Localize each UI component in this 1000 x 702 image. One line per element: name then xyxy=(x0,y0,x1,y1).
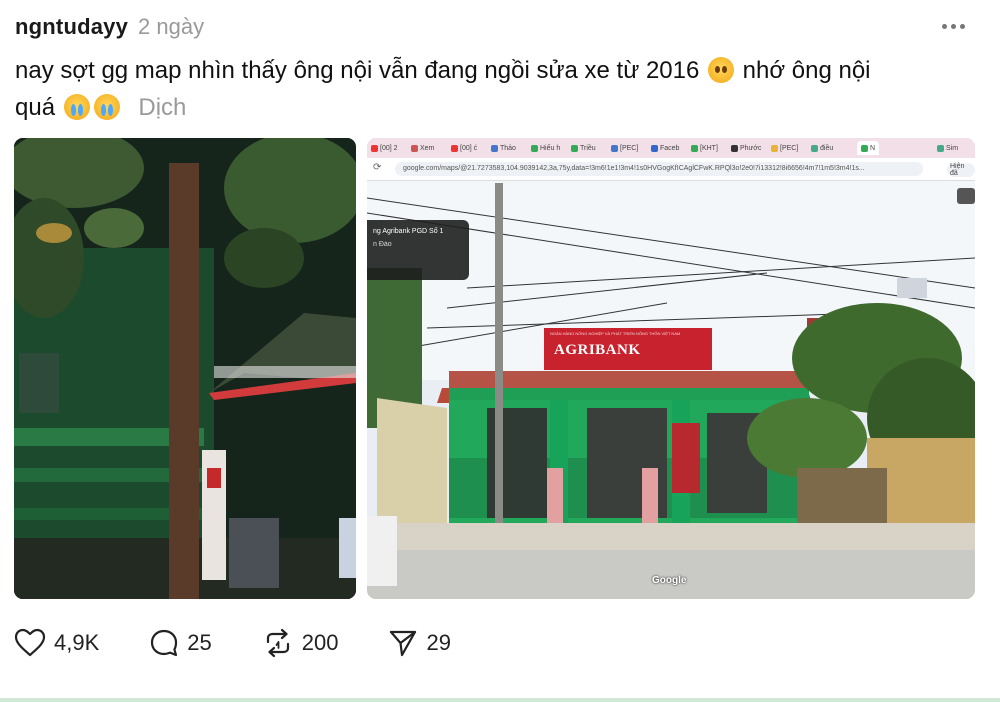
browser-tab[interactable]: [KHT] xyxy=(691,141,718,155)
send-icon xyxy=(390,630,417,657)
reload-icon[interactable]: ⟳ xyxy=(373,162,381,173)
browser-tab[interactable]: Xem xyxy=(411,141,434,155)
like-button[interactable]: 4,9K xyxy=(14,628,99,658)
browser-tab[interactable]: [00] ć xyxy=(451,141,477,155)
browser-tab[interactable]: Sim xyxy=(937,141,958,155)
browser-tab[interactable]: Phước xyxy=(731,141,761,155)
place-subtitle: n Đào xyxy=(373,241,392,248)
post-text: nay sợt gg map nhìn thấy ông nội vẫn đan… xyxy=(15,52,975,126)
browser-tab[interactable]: [00] 2 xyxy=(371,141,398,155)
browser-tab-active[interactable]: N xyxy=(857,141,880,155)
bank-sign-subtitle: NGÂN HÀNG NÔNG NGHIỆP VÀ PHÁT TRIỂN NÔNG… xyxy=(550,331,681,336)
pleading-face-emoji-icon xyxy=(708,57,734,83)
post-time[interactable]: 2 ngày xyxy=(138,14,204,40)
post-actions: 4,9K 25 200 29 xyxy=(14,623,501,663)
browser-tab[interactable]: [PEC] xyxy=(771,141,798,155)
browser-tab[interactable]: Hiếu h xyxy=(531,141,560,155)
translate-link[interactable]: Dịch xyxy=(138,94,186,121)
repost-count: 200 xyxy=(301,630,339,655)
comment-icon xyxy=(151,629,178,657)
bank-sign: NGÂN HÀNG NÔNG NGHIỆP VÀ PHÁT TRIỂN NÔNG… xyxy=(544,328,712,370)
browser-tab[interactable]: Triều xyxy=(571,141,596,155)
post-text-line1: nay sợt gg map nhìn thấy ông nội vẫn đan… xyxy=(15,57,700,84)
comment-button[interactable]: 25 xyxy=(149,628,212,658)
google-logo: Google xyxy=(652,575,687,586)
crying-face-emoji-icon xyxy=(93,94,120,120)
divider xyxy=(0,698,1000,702)
url-field[interactable]: google.com/maps/@21.7273583,104.9039142,… xyxy=(395,162,923,176)
browser-tab[interactable]: Faceb xyxy=(651,141,679,155)
crying-face-emoji-icon xyxy=(63,94,90,120)
username[interactable]: ngntudayy xyxy=(15,14,128,40)
place-title: ng Agribank PGD Số 1 xyxy=(373,228,444,235)
comment-count: 25 xyxy=(187,630,212,655)
browser-address-bar: ⟳ google.com/maps/@21.7273583,104.903914… xyxy=(367,158,975,181)
heart-icon xyxy=(14,628,46,657)
repost-icon xyxy=(266,628,289,658)
like-count: 4,9K xyxy=(54,630,100,655)
browser-tab-bar: [00] 2 Xem [00] ć Thảo Hiếu h Triều [PEC… xyxy=(367,138,975,158)
post-header: ngntudayy 2 ngày xyxy=(15,10,204,44)
bank-sign-name: AGRIBANK xyxy=(554,342,641,358)
post-image-2[interactable]: [00] 2 Xem [00] ć Thảo Hiếu h Triều [PEC… xyxy=(367,138,975,599)
more-options-icon[interactable] xyxy=(936,12,970,40)
post-text-line1b: nhớ ông nội xyxy=(742,57,871,84)
post-image-1[interactable] xyxy=(14,138,356,599)
post-text-line2: quá xyxy=(15,94,56,121)
profile-chip[interactable]: Hiện đã xyxy=(947,163,975,177)
repost-button[interactable]: 200 xyxy=(262,628,339,658)
browser-tab[interactable]: [PEC] xyxy=(611,141,638,155)
street-closeup-photo xyxy=(14,138,356,599)
share-button[interactable]: 29 xyxy=(388,628,451,658)
browser-tab[interactable]: Thảo xyxy=(491,141,516,155)
share-count: 29 xyxy=(426,630,451,655)
browser-tab[interactable]: điều xyxy=(811,141,833,155)
place-info-card[interactable]: ng Agribank PGD Số 1 n Đào xyxy=(367,220,469,280)
